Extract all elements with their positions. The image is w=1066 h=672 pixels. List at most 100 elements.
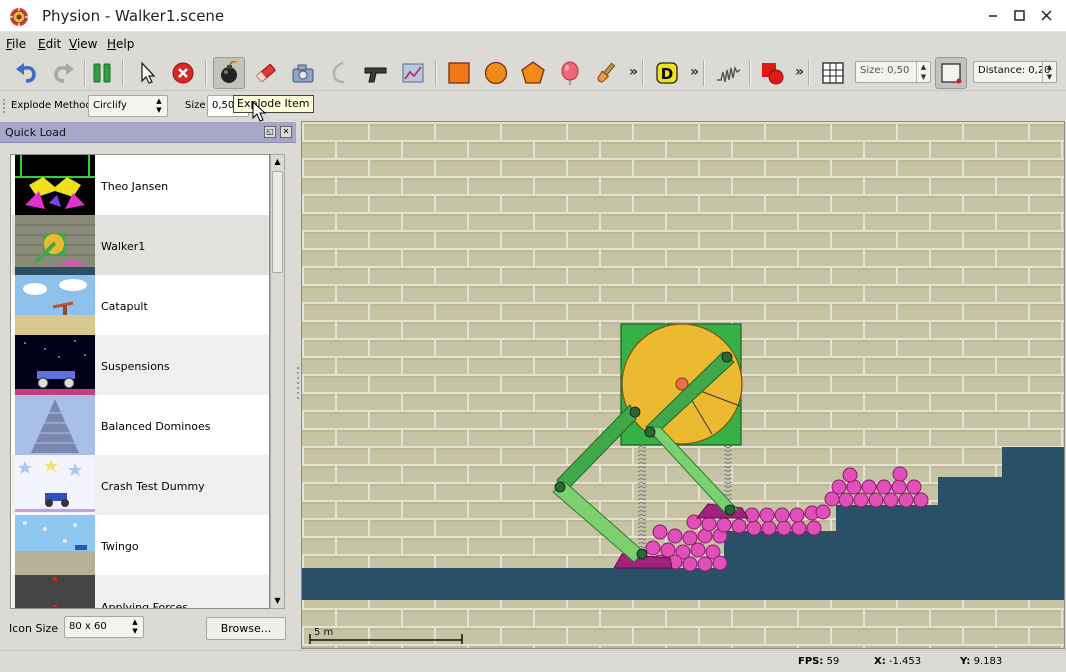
polygon-tool-button[interactable] [517, 57, 549, 89]
pause-button[interactable] [86, 57, 118, 89]
dock-splitter[interactable] [296, 122, 301, 648]
scene-thumbnail [15, 575, 95, 608]
quick-load-title: Quick Load [5, 126, 66, 139]
close-icon: ✕ [282, 127, 290, 136]
menu-help[interactable]: Help [107, 37, 134, 51]
color-tool-button[interactable] [756, 57, 788, 89]
svg-text:D: D [661, 65, 673, 83]
undo-button[interactable] [10, 57, 42, 89]
balloon-tool-button[interactable] [554, 57, 586, 89]
spin-arrows-icon[interactable]: ▲ ▼ [1042, 62, 1056, 82]
list-item[interactable]: Suspensions [12, 335, 269, 395]
explode-method-label: Explode Method [11, 100, 92, 111]
browse-button[interactable]: Browse... [206, 617, 286, 640]
scene-thumbnail [15, 515, 95, 575]
damper-tool-button[interactable]: D [651, 57, 683, 89]
menu-view[interactable]: View [69, 37, 97, 51]
camera-tool-button[interactable] [287, 57, 319, 89]
letter-d-icon: D [656, 62, 678, 84]
scene-name: Balanced Dominoes [101, 420, 211, 433]
scroll-down-icon[interactable]: ▼ [271, 594, 284, 608]
spring [638, 442, 646, 554]
rope-tool-button[interactable] [323, 57, 355, 89]
select-tool-button[interactable] [131, 57, 163, 89]
toolbar-separator [749, 60, 751, 86]
spring-icon [717, 65, 741, 83]
shapes-color-icon [762, 63, 784, 85]
list-item[interactable]: Twingo [12, 515, 269, 575]
scene-name: Applying Forces [101, 601, 189, 609]
window-title: Physion - Walker1.scene [42, 7, 225, 25]
close-button[interactable] [1036, 6, 1058, 26]
dock-float-button[interactable]: ◱ [264, 126, 276, 138]
grid-toggle-button[interactable] [817, 57, 849, 89]
list-item[interactable]: Catapult [12, 275, 269, 335]
more-shapes-chevron[interactable]: » [629, 64, 638, 80]
scene-name: Suspensions [101, 360, 170, 373]
rope-hook-icon [332, 61, 345, 84]
scene-name: Theo Jansen [101, 180, 169, 193]
undo-icon [16, 63, 36, 83]
scene-drawing[interactable]: 5 m [302, 122, 1064, 648]
delete-button[interactable] [167, 57, 199, 89]
dock-close-button[interactable]: ✕ [280, 126, 292, 138]
toolbar-separator [205, 60, 207, 86]
brush-tool-button[interactable] [590, 57, 622, 89]
maximize-icon [1014, 10, 1025, 21]
y-coordinate-readout: Y: 9.183 [960, 656, 1003, 667]
toolbar-grip-icon [3, 99, 5, 113]
graph-tool-button[interactable] [397, 57, 429, 89]
list-item[interactable]: Crash Test Dummy [12, 455, 269, 515]
icon-size-select[interactable]: 80 x 60 ▲ ▼ [64, 616, 144, 638]
circle-tool-button[interactable] [480, 57, 512, 89]
gun-tool-button[interactable] [360, 57, 392, 89]
toolbar-separator [435, 60, 437, 86]
scale-label: 5 m [314, 627, 333, 638]
minimize-button[interactable] [982, 6, 1004, 26]
title-bar: Physion - Walker1.scene [0, 0, 1066, 32]
more-joints-chevron[interactable]: » [690, 64, 699, 80]
menu-file[interactable]: File [6, 37, 26, 51]
eraser-tool-button[interactable] [250, 57, 282, 89]
spin-arrows-icon[interactable]: ▲ ▼ [916, 62, 930, 82]
balloon-icon [561, 61, 579, 85]
scene-name: Catapult [101, 300, 148, 313]
chart-icon [402, 63, 424, 83]
snap-toggle-button[interactable] [935, 57, 967, 89]
camera-icon [292, 64, 314, 83]
list-item[interactable]: Balanced Dominoes [12, 395, 269, 455]
distance-spinbox[interactable]: Distance: 0,20 ▲ ▼ [973, 61, 1057, 83]
redo-button[interactable] [48, 57, 80, 89]
maximize-button[interactable] [1008, 6, 1030, 26]
toolbar-separator [122, 60, 124, 86]
pointer-arrow-icon [141, 61, 156, 84]
snap-box-icon [941, 63, 962, 84]
pistol-icon [364, 67, 387, 83]
explode-tool-button[interactable] [213, 57, 245, 89]
close-icon [1041, 10, 1052, 21]
scene-thumbnail [15, 455, 95, 515]
more-properties-chevron[interactable]: » [795, 64, 804, 80]
scene-name: Crash Test Dummy [101, 480, 205, 493]
circle-icon [484, 61, 508, 85]
spring-tool-button[interactable] [712, 57, 744, 89]
grid-size-spinbox[interactable]: Size: 0,50 ▲ ▼ [855, 61, 931, 83]
scene-name: Walker1 [101, 240, 146, 253]
list-item-selected[interactable]: Walker1 [12, 215, 269, 275]
list-item[interactable]: Applying Forces [12, 575, 269, 609]
list-item[interactable]: Theo Jansen [12, 155, 269, 215]
delete-icon [172, 62, 194, 84]
paintbrush-icon [597, 62, 616, 83]
quick-load-scrollbar[interactable]: ▲ ▼ [270, 154, 285, 609]
size-label: Size [185, 100, 206, 111]
quick-load-list[interactable]: Theo Jansen Walker1 Catapult Suspensions… [10, 154, 270, 609]
scrollbar-handle[interactable] [272, 171, 283, 273]
menu-edit[interactable]: Edit [38, 37, 61, 51]
explode-method-select[interactable]: Circlify ▲ ▼ [88, 95, 168, 117]
scene-canvas[interactable]: 5 m [302, 122, 1064, 648]
tool-options-bar: Explode Method Circlify ▲ ▼ Size 0,50 [0, 92, 1066, 120]
x-coordinate-readout: X: -1.453 [874, 656, 922, 667]
float-icon: ◱ [266, 127, 274, 136]
scroll-up-icon[interactable]: ▲ [271, 155, 284, 169]
rectangle-tool-button[interactable] [443, 57, 475, 89]
